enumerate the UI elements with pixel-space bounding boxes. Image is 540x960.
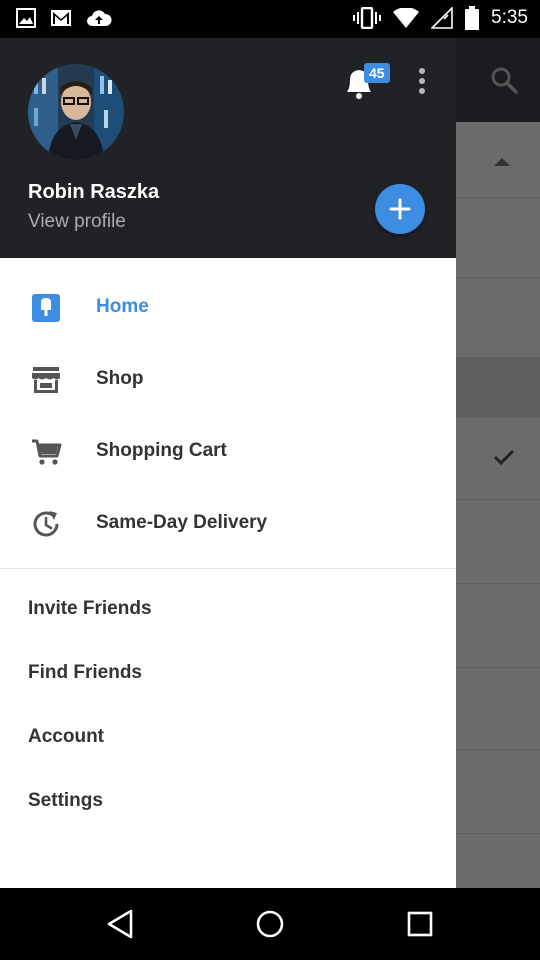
drawer-header: Robin Raszka View profile 45 bbox=[0, 38, 456, 258]
battery-icon bbox=[465, 6, 480, 30]
nav-item-label: Shop bbox=[96, 368, 144, 389]
signal-icon bbox=[431, 7, 453, 29]
menu-item-account[interactable]: Account bbox=[0, 712, 456, 768]
clock-time: 5:35 bbox=[491, 7, 528, 28]
vibrate-icon bbox=[353, 7, 382, 29]
menu-item-invite-friends[interactable]: Invite Friends bbox=[0, 584, 456, 640]
checkmark-icon bbox=[493, 449, 515, 466]
back-icon[interactable] bbox=[105, 908, 137, 940]
menu-item-settings[interactable]: Settings bbox=[0, 776, 456, 832]
more-vert-icon[interactable] bbox=[418, 67, 426, 95]
nav-item-same-day-delivery[interactable]: Same-Day Delivery bbox=[0, 486, 456, 558]
cart-icon bbox=[32, 439, 62, 465]
menu-item-find-friends[interactable]: Find Friends bbox=[0, 648, 456, 704]
cloud-upload-icon bbox=[87, 10, 112, 26]
menu-item-label: Account bbox=[28, 726, 104, 747]
menu-item-label: Invite Friends bbox=[28, 598, 152, 619]
search-icon[interactable] bbox=[490, 66, 518, 94]
same-day-delivery-icon bbox=[33, 511, 59, 537]
status-bar: 5:35 bbox=[0, 0, 540, 38]
background-row bbox=[456, 750, 540, 834]
nav-item-shop[interactable]: Shop bbox=[0, 342, 456, 414]
navigation-drawer: Robin Raszka View profile 45 Home Shop S… bbox=[0, 38, 456, 888]
background-row bbox=[456, 584, 540, 668]
background-row bbox=[456, 198, 540, 278]
background-row bbox=[456, 278, 540, 358]
wifi-icon bbox=[393, 8, 420, 28]
home-icon bbox=[32, 294, 60, 322]
view-profile-link[interactable]: View profile bbox=[28, 211, 126, 233]
nav-item-home[interactable]: Home bbox=[0, 270, 456, 342]
recents-icon[interactable] bbox=[404, 908, 436, 940]
nav-item-label: Shopping Cart bbox=[96, 440, 227, 461]
avatar[interactable] bbox=[28, 64, 124, 160]
user-name[interactable]: Robin Raszka bbox=[28, 181, 159, 204]
background-row bbox=[456, 358, 540, 418]
home-circle-icon[interactable] bbox=[254, 908, 286, 940]
background-row bbox=[456, 500, 540, 584]
image-icon bbox=[16, 8, 36, 28]
add-button[interactable] bbox=[375, 184, 425, 234]
nav-item-label: Same-Day Delivery bbox=[96, 512, 268, 533]
plus-icon bbox=[389, 198, 411, 220]
background-row bbox=[456, 668, 540, 750]
divider bbox=[0, 568, 456, 569]
system-navigation-bar bbox=[0, 888, 540, 960]
nav-item-shopping-cart[interactable]: Shopping Cart bbox=[0, 414, 456, 486]
shop-icon bbox=[32, 367, 60, 393]
caret-up-icon bbox=[494, 158, 510, 166]
gmail-icon bbox=[51, 10, 71, 26]
notification-count-badge: 45 bbox=[364, 63, 390, 83]
menu-item-label: Find Friends bbox=[28, 662, 142, 683]
menu-item-label: Settings bbox=[28, 790, 103, 811]
nav-item-label: Home bbox=[96, 296, 149, 317]
